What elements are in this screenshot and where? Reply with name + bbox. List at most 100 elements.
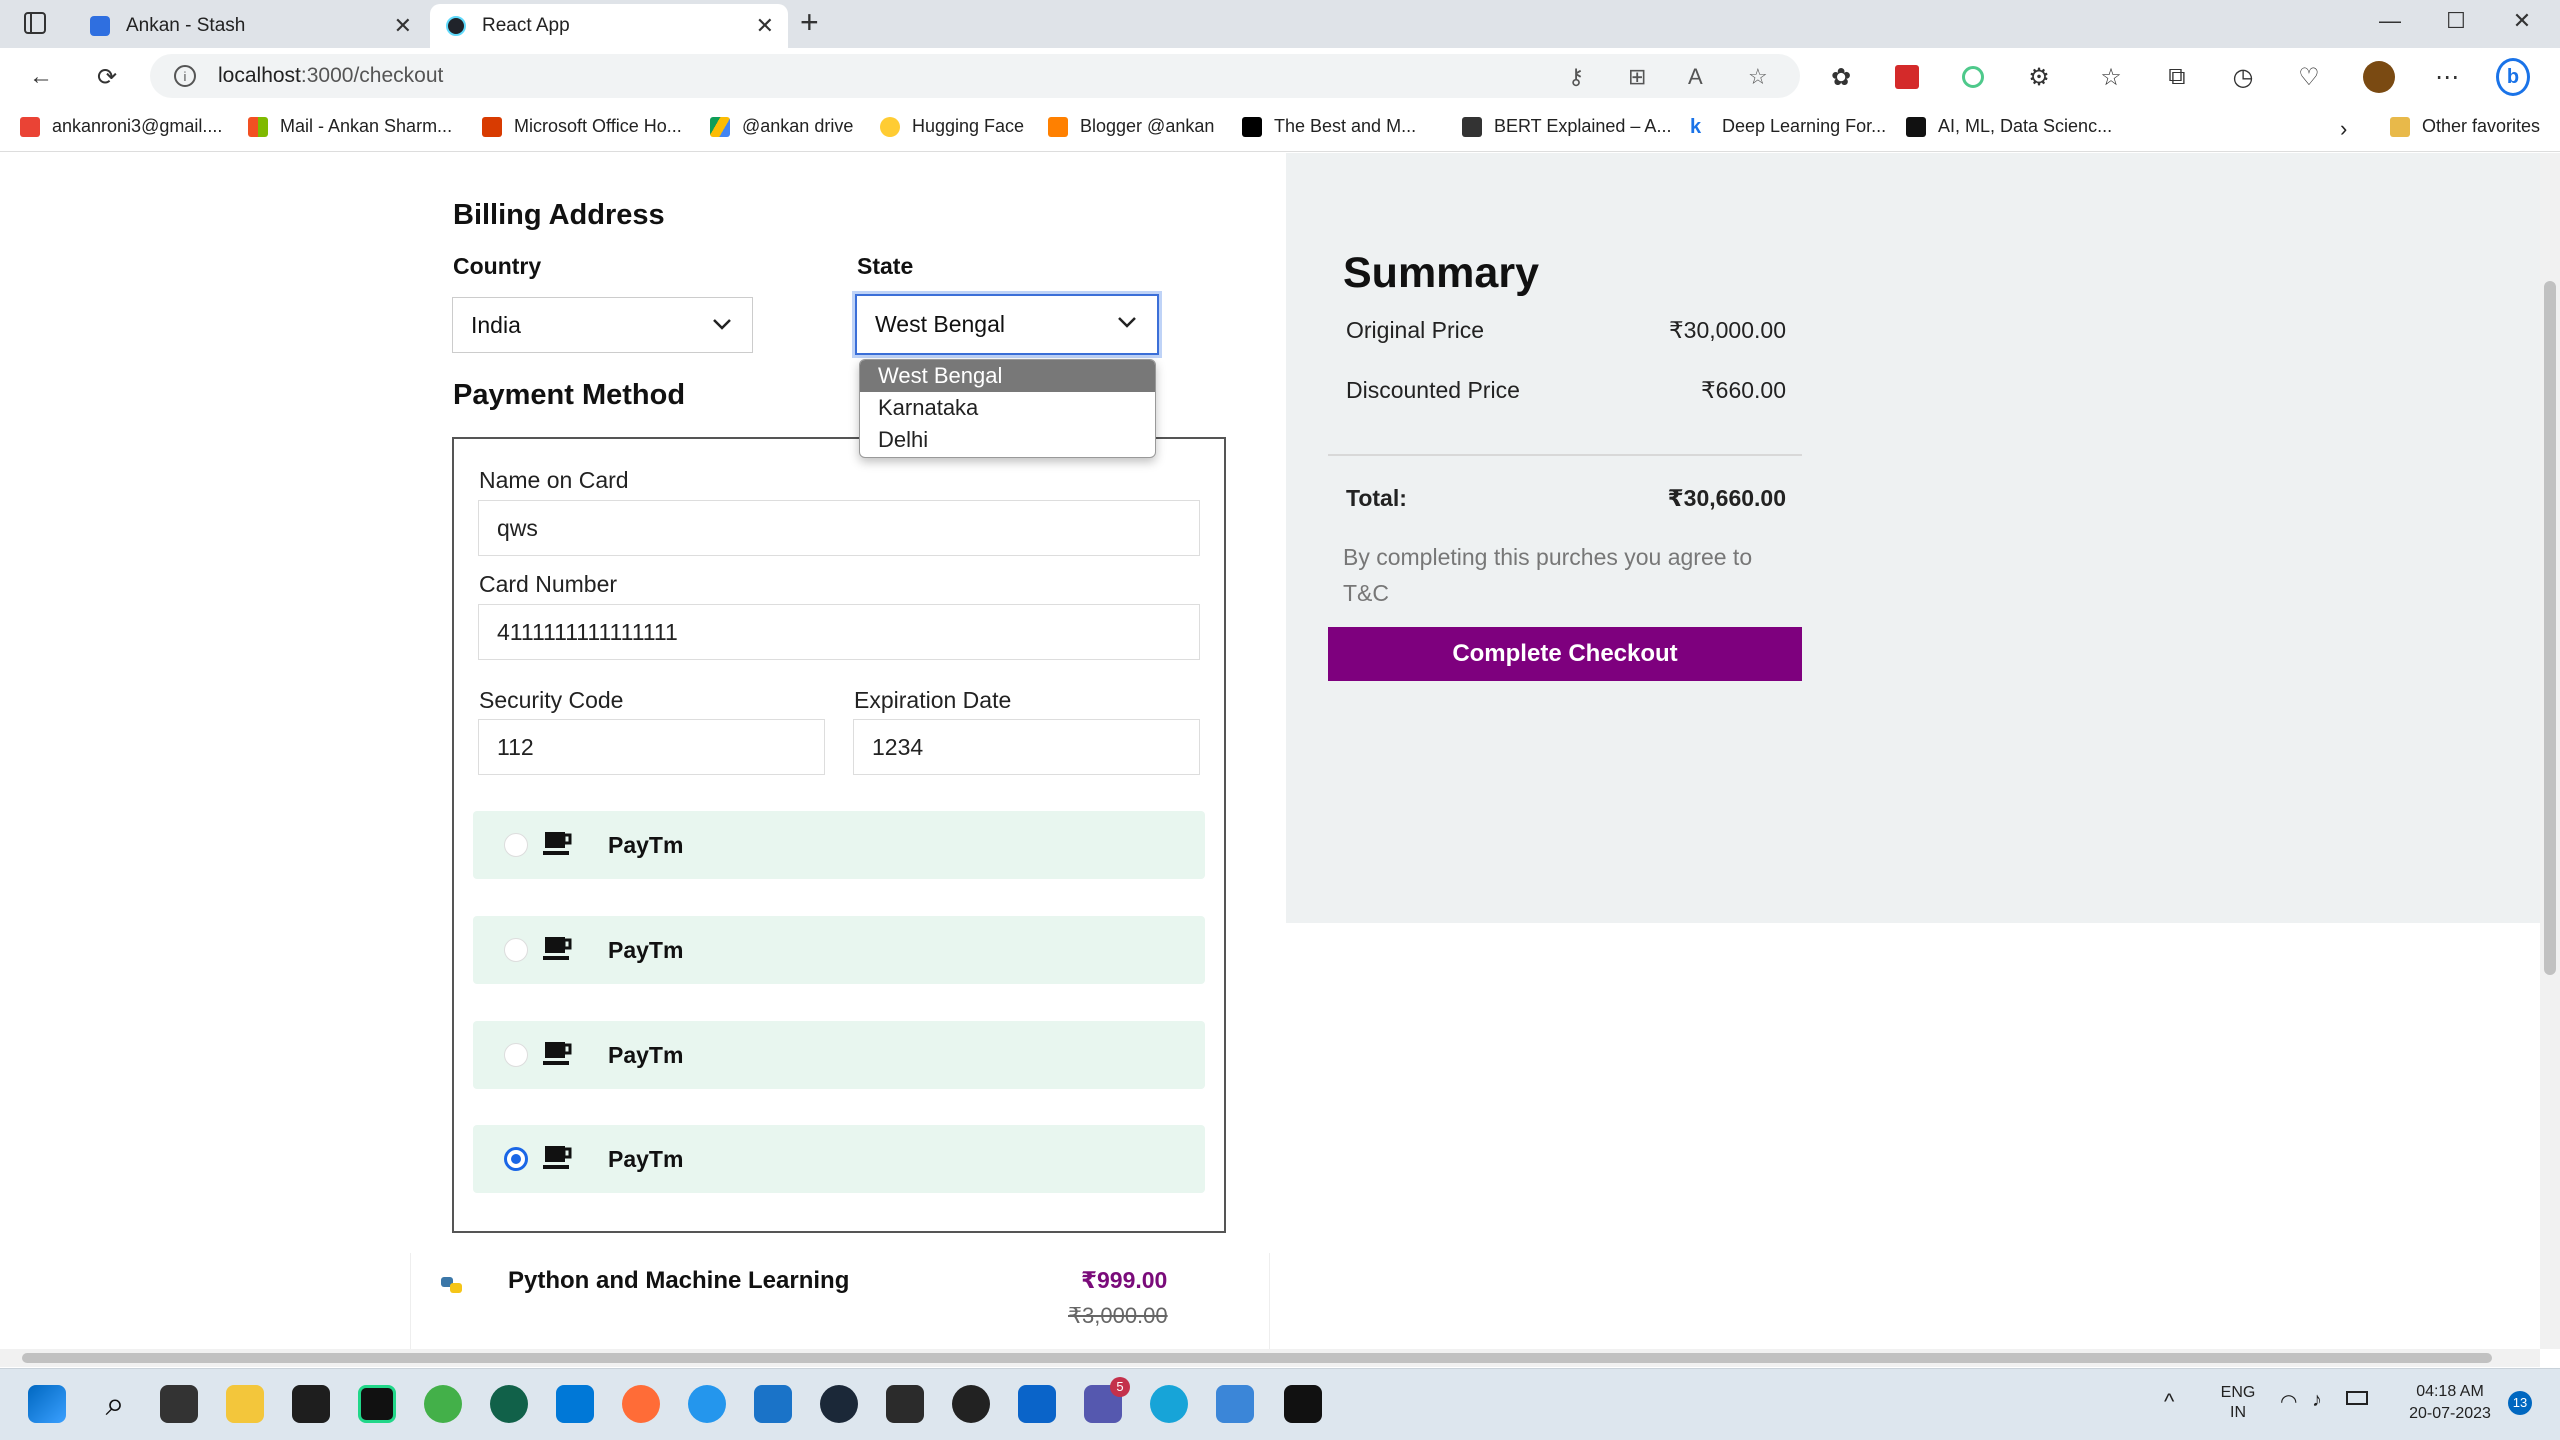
volume-icon[interactable]: ♪ (2312, 1389, 2322, 1412)
security-code-label: Security Code (479, 687, 624, 713)
horizontal-scrollbar[interactable] (0, 1349, 2540, 1367)
payment-option[interactable]: PayTm (473, 1125, 1205, 1193)
extension-green-icon[interactable] (1956, 60, 1990, 94)
product-name: Python and Machine Learning (508, 1267, 850, 1294)
apps-icon[interactable]: ⊞ (1628, 64, 1646, 90)
davinci-icon[interactable] (886, 1385, 924, 1423)
task-view-icon[interactable] (160, 1385, 198, 1423)
history-icon[interactable]: ◷ (2226, 60, 2260, 94)
state-option[interactable]: Delhi (860, 424, 1155, 456)
file-explorer-icon[interactable] (226, 1385, 264, 1423)
close-tab-icon[interactable]: ✕ (394, 13, 412, 39)
favorites-icon[interactable]: ☆ (2094, 60, 2128, 94)
extension-red-icon[interactable] (1890, 60, 1924, 94)
docker-icon[interactable] (688, 1385, 726, 1423)
more-menu-icon[interactable]: ⋯ (2430, 60, 2464, 94)
complete-checkout-button[interactable]: Complete Checkout (1328, 627, 1802, 681)
bookmark-mail[interactable]: Mail - Ankan Sharm... (248, 116, 452, 137)
pycharm-icon[interactable] (358, 1385, 396, 1423)
back-icon[interactable]: ← (24, 60, 58, 94)
bookmark-aiml[interactable]: AI, ML, Data Scienc... (1906, 116, 2112, 137)
total-value: ₹30,660.00 (1667, 485, 1786, 511)
wifi-icon[interactable]: ◠ (2280, 1389, 2297, 1414)
obs-icon[interactable] (952, 1385, 990, 1423)
notion-icon[interactable] (1284, 1385, 1322, 1423)
language-indicator[interactable]: ENG IN (2212, 1383, 2264, 1423)
state-select[interactable]: West Bengal (855, 294, 1159, 355)
clock[interactable]: 04:18 AM 20-07-2023 (2390, 1381, 2510, 1425)
close-tab-icon[interactable]: ✕ (756, 13, 774, 39)
vertical-scrollbar[interactable] (2540, 153, 2560, 1349)
country-select[interactable]: India (452, 297, 753, 353)
extensions-puzzle-icon[interactable]: ⚙ (2022, 60, 2056, 94)
state-dropdown: West Bengal Karnataka Delhi (859, 359, 1156, 458)
start-windows-icon[interactable] (28, 1385, 66, 1423)
bookmark-bert[interactable]: BERT Explained – A... (1462, 116, 1671, 137)
mongodb-icon[interactable] (490, 1385, 528, 1423)
original-price-row: Original Price ₹30,000.00 (1346, 317, 1786, 344)
anaconda-icon[interactable] (424, 1385, 462, 1423)
extension-color-icon[interactable]: ✿ (1824, 60, 1858, 94)
coffee-cup-icon (543, 1146, 572, 1169)
steam-icon[interactable] (820, 1385, 858, 1423)
battery-icon[interactable] (2346, 1391, 2368, 1405)
bookmark-drive[interactable]: @ankan drive (710, 116, 853, 137)
bookmark-medium[interactable]: The Best and M... (1242, 116, 1416, 137)
bookmark-gmail[interactable]: ankanroni3@gmail.... (20, 116, 222, 137)
payment-radio[interactable] (504, 1147, 528, 1171)
bing-icon[interactable]: b (2496, 58, 2530, 96)
refresh-icon[interactable]: ⟳ (90, 60, 124, 94)
name-on-card-label: Name on Card (479, 467, 629, 493)
teams-icon[interactable]: 5 (1084, 1377, 1130, 1423)
bookmarks-overflow-chevron-icon[interactable]: › (2340, 116, 2347, 142)
search-icon[interactable]: ⌕ (96, 1385, 134, 1423)
scroll-thumb[interactable] (2544, 281, 2556, 975)
tray-overflow-chevron-icon[interactable]: ^ (2164, 1389, 2174, 1415)
browser-toolbar: ← ⟳ i localhost:3000/checkout ⚷ ⊞ A ☆ ✿ … (0, 48, 2560, 104)
read-aloud-icon[interactable]: A (1688, 64, 1703, 90)
card-number-field[interactable]: 4111111111111111 (478, 604, 1200, 660)
python-logo-icon (441, 1277, 462, 1293)
address-bar[interactable]: i localhost:3000/checkout ⚷ ⊞ A ☆ (150, 54, 1800, 98)
tab-react-app[interactable]: React App ✕ (430, 4, 788, 48)
bookmark-office[interactable]: Microsoft Office Ho... (482, 116, 682, 137)
state-option[interactable]: Karnataka (860, 392, 1155, 424)
minimize-button[interactable]: — (2370, 8, 2410, 34)
tab-title: React App (482, 15, 570, 36)
close-window-button[interactable]: ✕ (2502, 8, 2542, 34)
tab-actions-icon[interactable] (24, 12, 46, 34)
payment-option[interactable]: PayTm (473, 811, 1205, 879)
terminal-icon[interactable] (292, 1385, 330, 1423)
state-label: State (857, 253, 914, 279)
tab-ankan-stash[interactable]: Ankan - Stash ✕ (74, 4, 426, 48)
performance-icon[interactable]: ♡ (2292, 60, 2326, 94)
bookmark-other-favorites[interactable]: Other favorites (2390, 116, 2540, 137)
payment-radio[interactable] (504, 833, 528, 857)
powerbi-icon[interactable] (754, 1385, 792, 1423)
vscode-icon[interactable] (556, 1385, 594, 1423)
collections-icon[interactable]: ⧉ (2160, 60, 2194, 94)
profile-avatar[interactable] (2362, 60, 2396, 94)
site-info-icon[interactable]: i (174, 65, 196, 87)
new-tab-button[interactable]: + (800, 4, 819, 41)
payment-option[interactable]: PayTm (473, 916, 1205, 984)
payment-radio[interactable] (504, 938, 528, 962)
outlook-icon[interactable] (1018, 1385, 1056, 1423)
favorite-star-icon[interactable]: ☆ (1748, 64, 1768, 90)
bookmark-blogger[interactable]: Blogger @ankan (1048, 116, 1214, 137)
postman-icon[interactable] (622, 1385, 660, 1423)
key-icon[interactable]: ⚷ (1568, 64, 1584, 90)
notification-badge[interactable]: 13 (2508, 1391, 2532, 1415)
notepad-icon[interactable] (1216, 1385, 1254, 1423)
state-option[interactable]: West Bengal (860, 360, 1155, 392)
security-code-field[interactable]: 112 (478, 719, 825, 775)
bookmark-deeplearning[interactable]: k Deep Learning For... (1690, 116, 1886, 137)
scroll-thumb[interactable] (22, 1353, 2492, 1363)
payment-radio[interactable] (504, 1043, 528, 1067)
payment-option[interactable]: PayTm (473, 1021, 1205, 1089)
name-on-card-field[interactable]: qws (478, 500, 1200, 556)
edge-icon[interactable] (1150, 1385, 1188, 1423)
bookmark-huggingface[interactable]: Hugging Face (880, 116, 1024, 137)
maximize-button[interactable]: ☐ (2436, 8, 2476, 34)
expiration-date-field[interactable]: 1234 (853, 719, 1200, 775)
